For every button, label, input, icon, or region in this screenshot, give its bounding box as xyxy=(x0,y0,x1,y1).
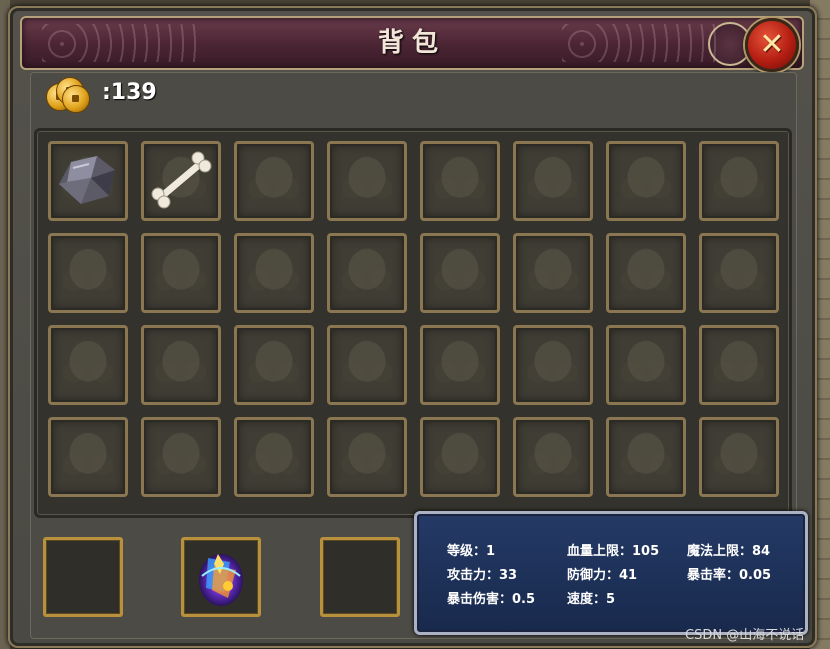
inventory-slot[interactable] xyxy=(420,417,500,497)
stat-crit-rate: 暴击率：0.05 xyxy=(687,568,772,583)
inventory-slot[interactable] xyxy=(699,417,779,497)
inventory-slot[interactable] xyxy=(606,325,686,405)
inventory-slot[interactable] xyxy=(327,417,407,497)
window-title: 背包 xyxy=(377,28,446,58)
stat-mp-max: 魔法上限：84 xyxy=(687,544,771,559)
inventory-slot[interactable] xyxy=(420,141,500,221)
inventory-slot[interactable] xyxy=(420,233,500,313)
gold-coins-icon xyxy=(44,73,90,113)
inventory-slot[interactable] xyxy=(513,417,593,497)
inventory-slot[interactable] xyxy=(327,141,407,221)
stat-crit-damage: 暴击伤害：0.5 xyxy=(447,592,536,607)
inventory-slot[interactable] xyxy=(699,141,779,221)
stat-level: 等级：1 xyxy=(447,544,496,559)
inventory-slot[interactable] xyxy=(699,233,779,313)
stats-panel: 等级：1 血量上限：105 魔法上限：84 攻击力：33 防御力：41 暴击率：… xyxy=(414,511,808,635)
close-icon: ✕ xyxy=(759,27,785,62)
currency-display: :139 xyxy=(44,73,157,113)
watermark: CSDN @山海不说话 xyxy=(685,628,805,643)
inventory-slot[interactable] xyxy=(48,417,128,497)
inventory-slot[interactable] xyxy=(234,141,314,221)
magic-crystal-icon xyxy=(199,554,243,606)
inventory-slot[interactable] xyxy=(606,417,686,497)
inventory-slot[interactable] xyxy=(48,233,128,313)
inventory-slot[interactable] xyxy=(141,325,221,405)
inventory-slot[interactable] xyxy=(48,325,128,405)
equipment-slot-2[interactable] xyxy=(181,537,261,617)
stat-speed: 速度：5 xyxy=(567,592,616,607)
inventory-slot[interactable] xyxy=(48,141,128,221)
inventory-slot[interactable] xyxy=(420,325,500,405)
bone-icon xyxy=(151,151,212,209)
title-bar[interactable]: 背包 xyxy=(20,16,804,70)
stat-attack: 攻击力：33 xyxy=(447,568,518,583)
inventory-slot[interactable] xyxy=(699,325,779,405)
inventory-slot[interactable] xyxy=(513,325,593,405)
inventory-slot[interactable] xyxy=(606,233,686,313)
inventory-slot[interactable] xyxy=(141,141,221,221)
inventory-slot[interactable] xyxy=(513,233,593,313)
inventory-slot[interactable] xyxy=(234,233,314,313)
stat-hp-max: 血量上限：105 xyxy=(567,544,660,559)
inventory-slot[interactable] xyxy=(327,233,407,313)
stat-defense: 防御力：41 xyxy=(567,568,638,583)
gold-count: :139 xyxy=(102,79,157,105)
inventory-slot[interactable] xyxy=(141,233,221,313)
inventory-slot[interactable] xyxy=(234,325,314,405)
inventory-slot[interactable] xyxy=(606,141,686,221)
equipment-slot-1[interactable] xyxy=(43,537,123,617)
close-button[interactable]: ✕ xyxy=(745,18,799,72)
equipment-slot-3[interactable] xyxy=(320,537,400,617)
inventory-slot[interactable] xyxy=(327,325,407,405)
ore-stone-icon xyxy=(59,156,115,204)
inventory-grid xyxy=(48,141,779,497)
inventory-slot[interactable] xyxy=(513,141,593,221)
inventory-slot[interactable] xyxy=(141,417,221,497)
inventory-slot[interactable] xyxy=(234,417,314,497)
